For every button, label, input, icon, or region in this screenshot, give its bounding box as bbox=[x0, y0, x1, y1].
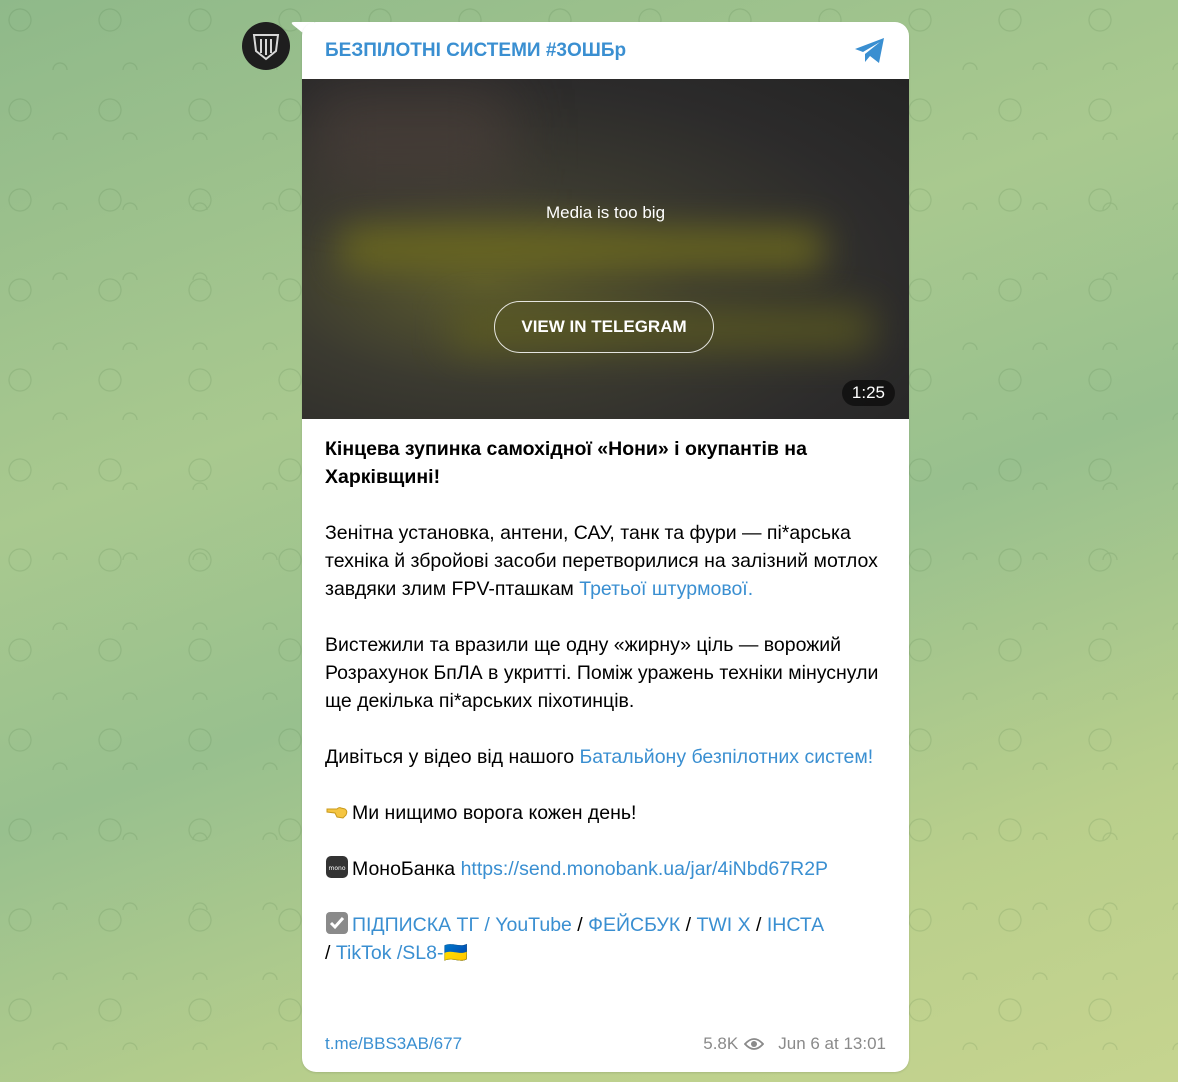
channel-name[interactable]: БЕЗПІЛОТНІ СИСТЕМИ #3ОШБр bbox=[325, 40, 626, 62]
post-date: Jun 6 at 13:01 bbox=[778, 1034, 886, 1053]
social-links: ПІДПИСКА ТГ / YouTube / ФЕЙСБУК / TWI X … bbox=[325, 911, 886, 967]
blur-shape bbox=[342, 229, 822, 269]
monobank-link[interactable]: https://send.monobank.ua/jar/4iNbd67R2P bbox=[461, 858, 828, 880]
post-paragraph: Зенітна установка, антени, САУ, танк та … bbox=[325, 519, 886, 603]
message-text: Кінцева зупинка самохідної «Нони» і окуп… bbox=[302, 419, 909, 967]
paragraph-text: Дивіться у відео від нашого bbox=[325, 746, 580, 768]
video-preview[interactable]: Media is too big VIEW IN TELEGRAM 1:25 bbox=[302, 79, 909, 419]
paragraph-text: Ми нищимо ворога кожен день! bbox=[352, 802, 637, 824]
message-footer: t.me/BBS3AB/677 5.8K Jun 6 at 13:01 bbox=[325, 1034, 886, 1054]
separator: / bbox=[571, 914, 589, 936]
pointing-hand-icon bbox=[326, 807, 348, 819]
paragraph-text: МоноБанка bbox=[352, 858, 461, 880]
permalink[interactable]: t.me/BBS3AB/677 bbox=[325, 1034, 462, 1054]
eye-icon bbox=[744, 1038, 765, 1050]
view-in-telegram-button[interactable]: VIEW IN TELEGRAM bbox=[494, 301, 714, 353]
message-card: БЕЗПІЛОТНІ СИСТЕМИ #3ОШБр Media is too b… bbox=[302, 22, 909, 1072]
battalion-link[interactable]: Батальйону безпілотних систем! bbox=[580, 746, 874, 768]
channel-logo-icon bbox=[252, 34, 280, 61]
blur-shape bbox=[312, 89, 512, 189]
twitter-link[interactable]: TWI X bbox=[696, 914, 750, 936]
checkbox-icon bbox=[326, 912, 348, 934]
message-header: БЕЗПІЛОТНІ СИСТЕМИ #3ОШБр bbox=[302, 22, 909, 79]
post-paragraph: mono МоноБанка https://send.monobank.ua/… bbox=[325, 855, 886, 883]
message-meta: 5.8K Jun 6 at 13:01 bbox=[703, 1034, 886, 1054]
tiktok-link[interactable]: TikTok /SL8- bbox=[336, 942, 444, 964]
subscribe-link[interactable]: ПІДПИСКА ТГ / YouTube bbox=[352, 914, 572, 936]
facebook-link[interactable]: ФЕЙСБУК bbox=[588, 914, 680, 936]
post-paragraph: Дивіться у відео від нашого Батальйону б… bbox=[325, 743, 886, 771]
svg-text:mono: mono bbox=[329, 865, 346, 872]
ukraine-flag-icon: 🇺🇦 bbox=[443, 942, 468, 964]
media-too-big-text: Media is too big bbox=[545, 203, 666, 222]
separator: / bbox=[325, 942, 336, 964]
third-assault-link[interactable]: Третьої штурмової. bbox=[579, 578, 753, 600]
video-duration: 1:25 bbox=[841, 380, 895, 406]
post-paragraph: Вистежили та вразили ще одну «жирну» ціл… bbox=[325, 634, 879, 712]
separator: / bbox=[750, 914, 767, 936]
separator: / bbox=[680, 914, 697, 936]
views-count: 5.8K bbox=[703, 1034, 739, 1053]
instagram-link[interactable]: ІНСТА bbox=[767, 914, 824, 936]
monobank-icon: mono bbox=[326, 856, 348, 878]
post-title: Кінцева зупинка самохідної «Нони» і окуп… bbox=[325, 438, 807, 488]
telegram-plane-icon[interactable] bbox=[853, 36, 887, 66]
channel-avatar[interactable] bbox=[242, 22, 290, 70]
post-paragraph: Ми нищимо ворога кожен день! bbox=[325, 799, 886, 827]
